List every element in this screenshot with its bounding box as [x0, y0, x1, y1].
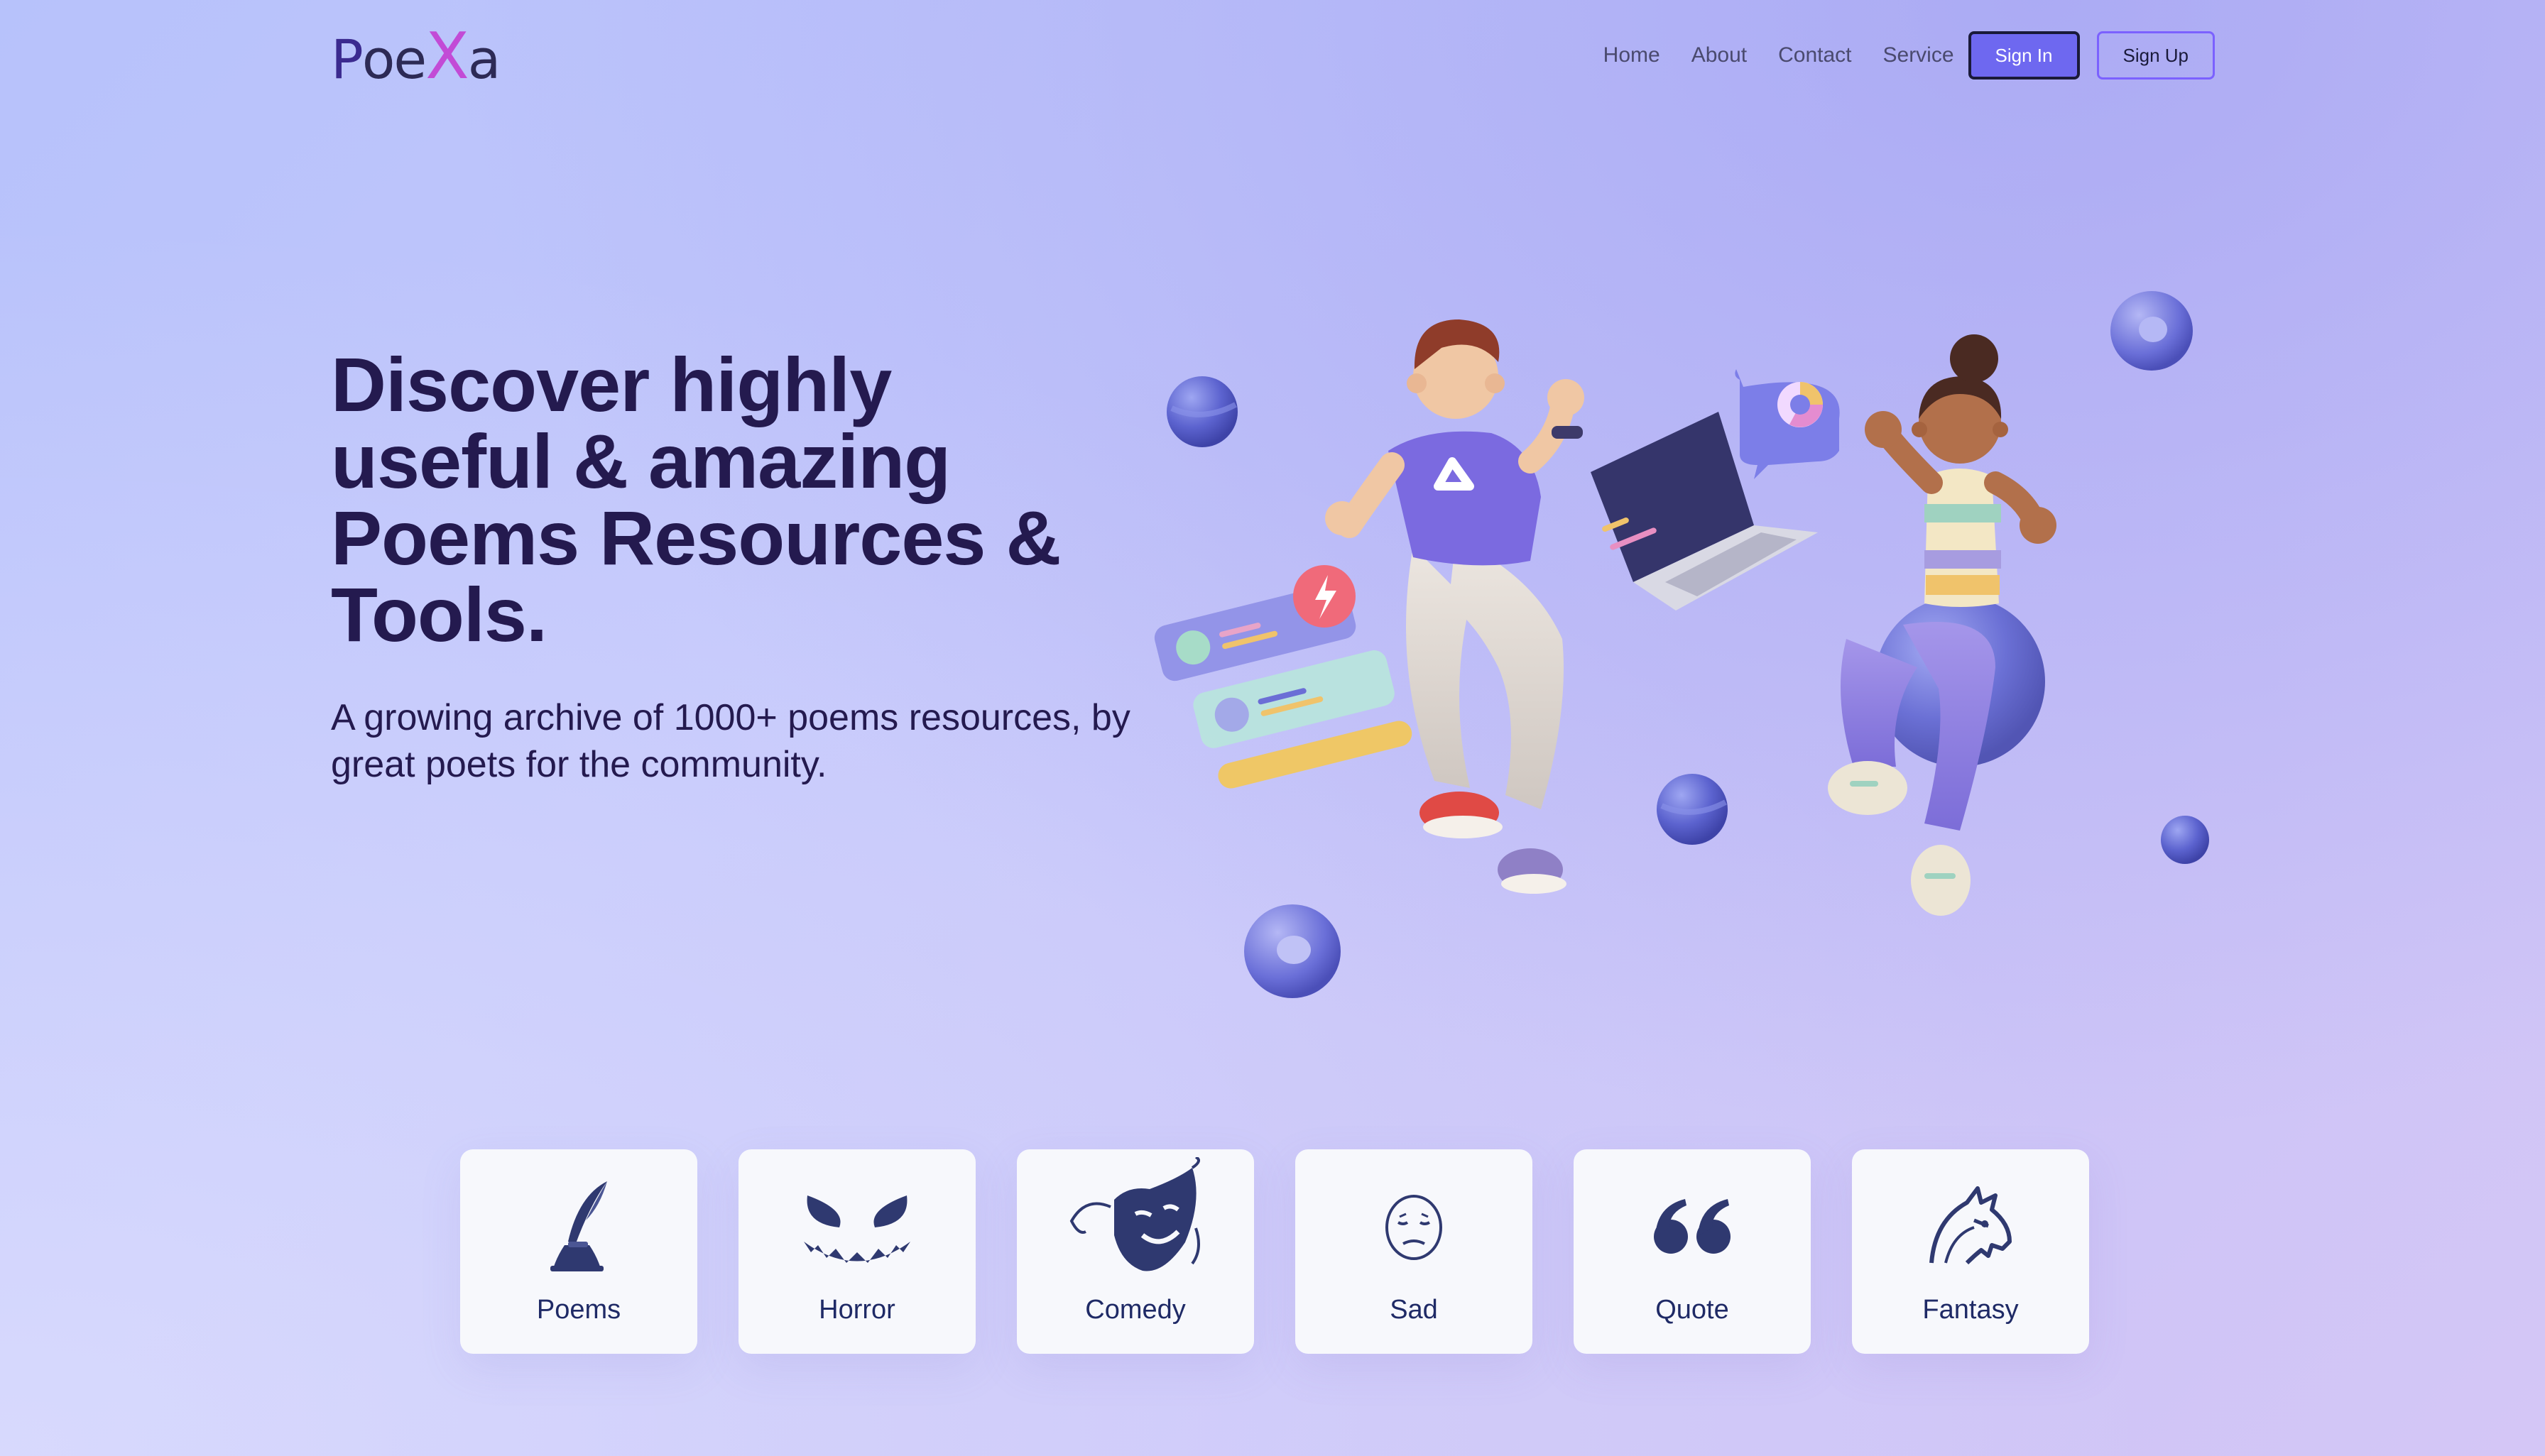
logo[interactable]: PoeXa [331, 19, 501, 94]
category-label: Horror [819, 1295, 895, 1325]
hero-subtitle: A growing archive of 1000+ poems resourc… [331, 697, 1130, 785]
category-card-fantasy[interactable]: Fantasy [1852, 1149, 2089, 1354]
floating-torus-2 [1244, 904, 1341, 998]
quill-ink-icon [460, 1171, 697, 1284]
sign-up-button[interactable]: Sign Up [2096, 31, 2215, 80]
floating-sphere-1 [1167, 376, 1238, 447]
man-figure [1325, 319, 1584, 894]
top-navbar: PoeXa Home About Contact Service Sign In… [0, 0, 2545, 114]
sad-face-icon [1295, 1171, 1532, 1284]
category-card-horror[interactable]: Horror [739, 1149, 976, 1354]
nav-contact[interactable]: Contact [1778, 43, 1851, 67]
comedy-mask-icon [1017, 1157, 1254, 1274]
quote-icon [1574, 1171, 1811, 1284]
logo-part: oe [361, 28, 427, 91]
dragon-icon [1852, 1171, 2089, 1284]
woman-figure [1828, 334, 2056, 916]
category-cards: Poems Horror Comedy Sad Quote Fantasy [460, 1149, 2089, 1354]
logo-part: P [331, 28, 364, 91]
category-label: Fantasy [1922, 1295, 2019, 1325]
category-card-poems[interactable]: Poems [460, 1149, 697, 1354]
category-label: Quote [1655, 1295, 1729, 1325]
floating-ui-cards [1154, 565, 1412, 789]
category-label: Comedy [1085, 1295, 1186, 1325]
category-label: Sad [1390, 1295, 1438, 1325]
nav-home[interactable]: Home [1603, 43, 1660, 67]
logo-part: X [425, 19, 469, 94]
nav-about[interactable]: About [1691, 43, 1747, 67]
category-card-quote[interactable]: Quote [1574, 1149, 1811, 1354]
chart-bubble [1735, 369, 1840, 479]
logo-part: a [467, 28, 501, 91]
nav-service[interactable]: Service [1883, 43, 1954, 67]
category-card-sad[interactable]: Sad [1295, 1149, 1532, 1354]
floating-sphere-3 [2161, 816, 2209, 864]
hero-title: Discover highly useful & amazing Poems R… [331, 341, 1061, 657]
scary-face-icon [739, 1171, 976, 1284]
sign-in-button[interactable]: Sign In [1968, 31, 2080, 80]
category-label: Poems [536, 1295, 621, 1325]
floating-sphere-2 [1657, 774, 1728, 845]
category-card-comedy[interactable]: Comedy [1017, 1149, 1254, 1354]
nav-links: Home About Contact Service Sign In Sign … [1572, 30, 2215, 81]
hero-illustration [1154, 291, 2209, 998]
floating-torus-1 [2110, 291, 2193, 371]
